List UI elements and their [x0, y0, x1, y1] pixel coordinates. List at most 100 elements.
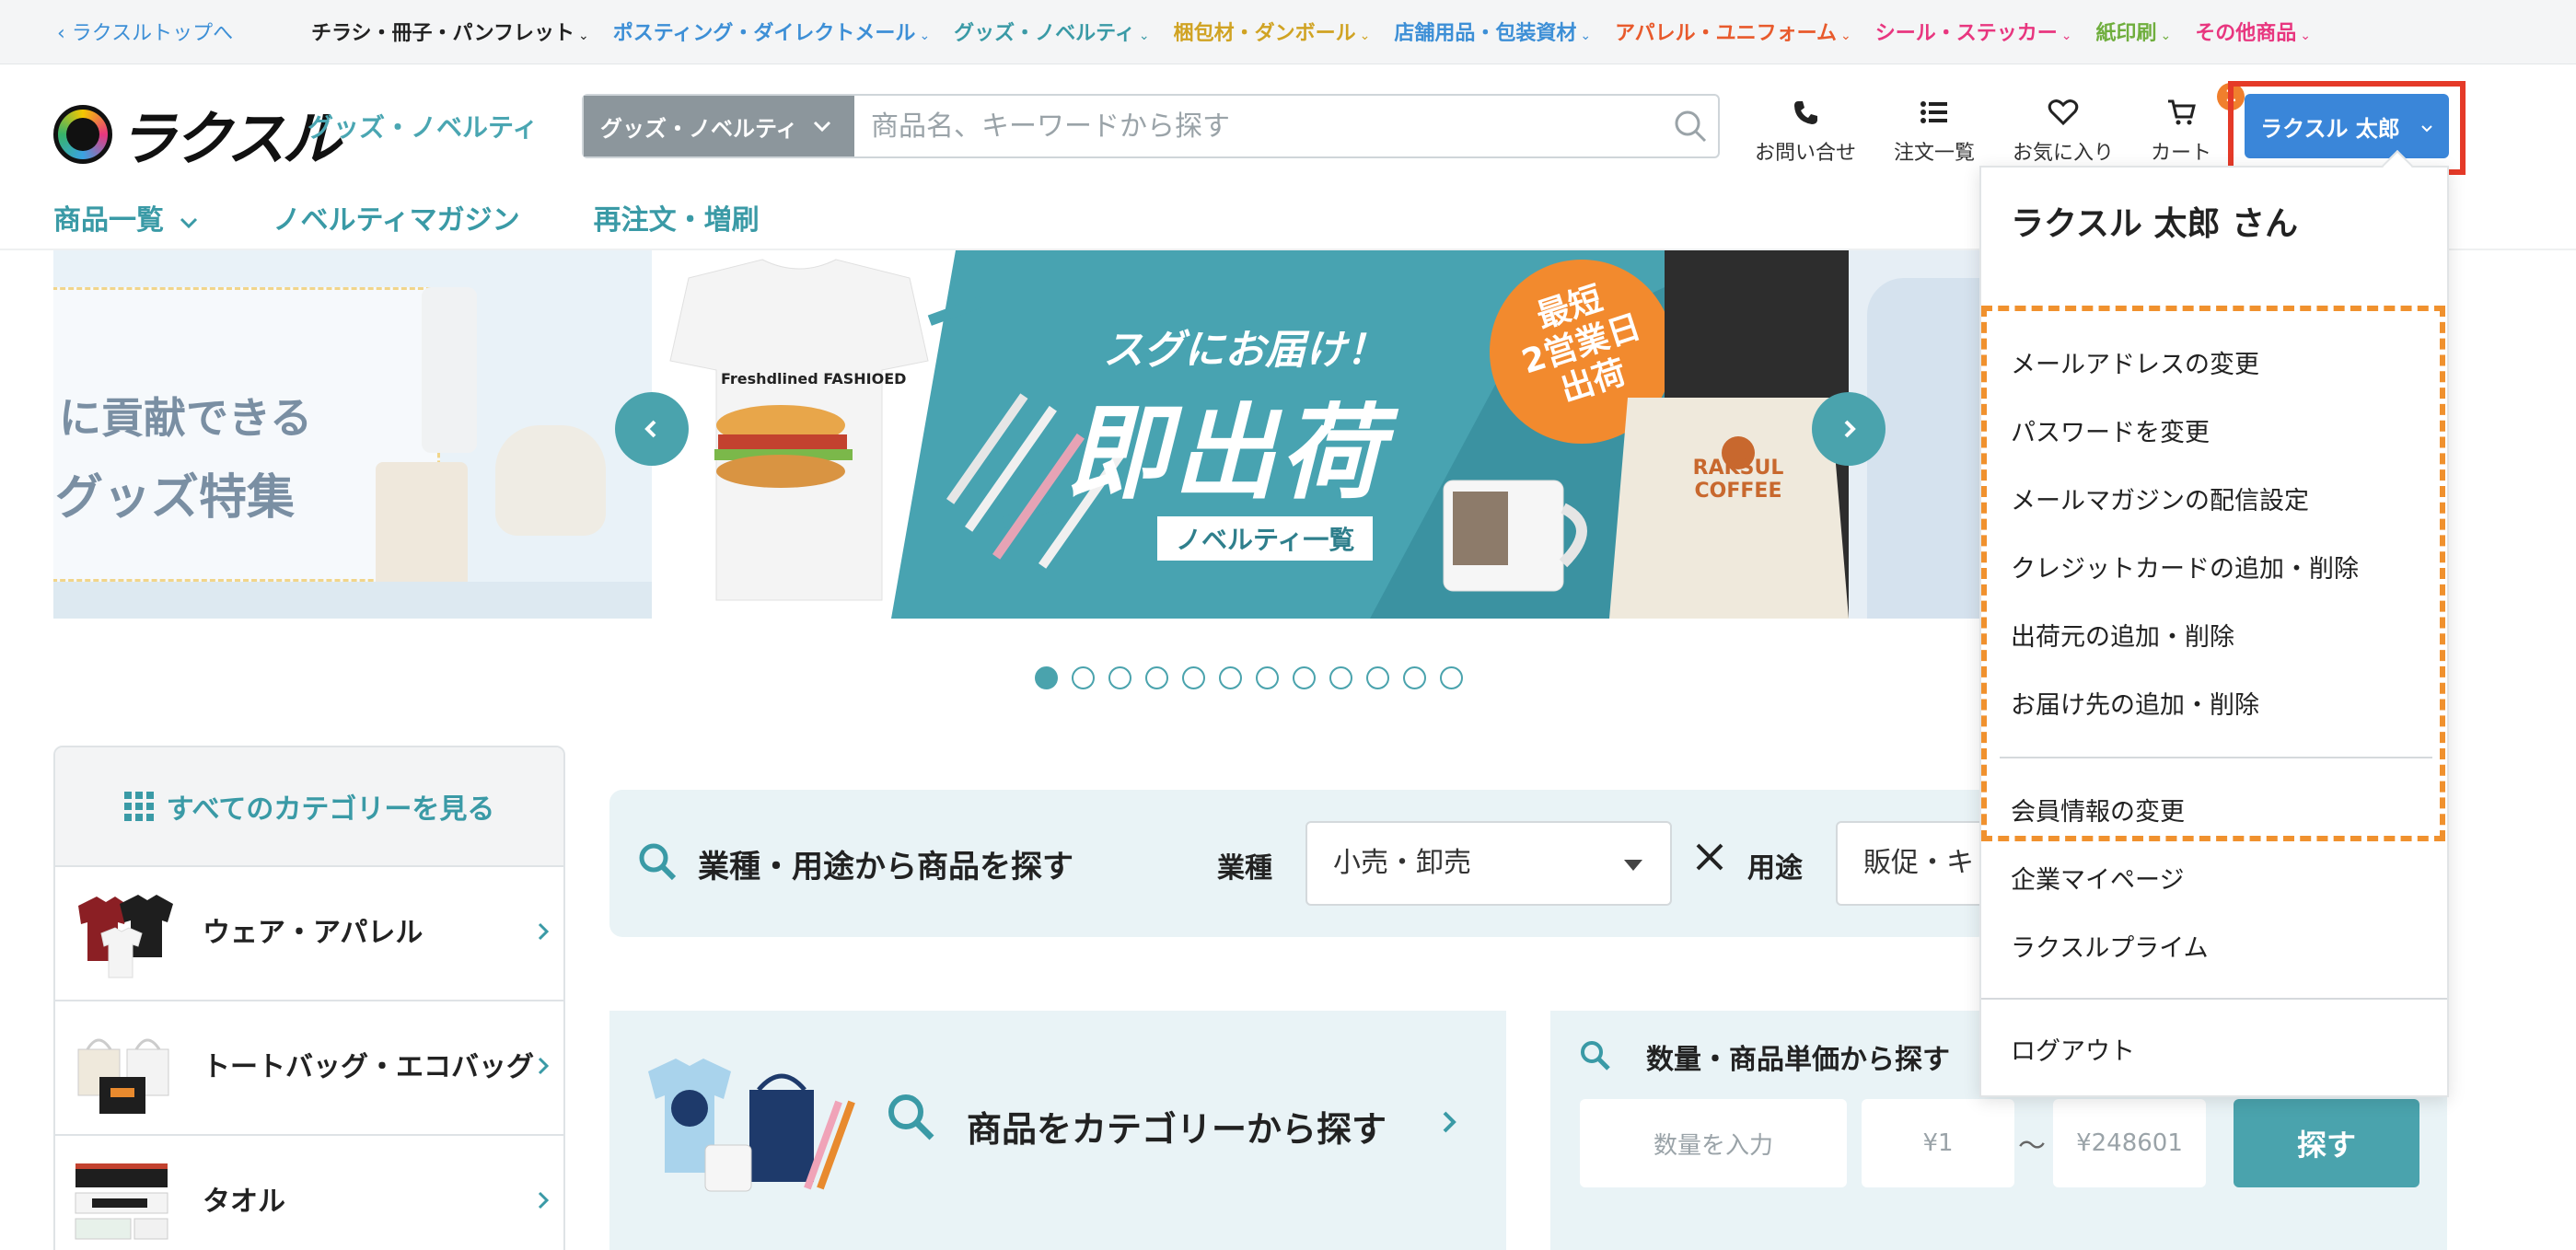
carousel-dot[interactable] — [1403, 666, 1426, 689]
carousel-slide-active[interactable]: Freshdlined FASHIOED スグにお届け！ 即出荷 ノベルティ一覧… — [652, 250, 1849, 619]
price-max-input[interactable]: ¥248601 — [2053, 1099, 2206, 1187]
chevron-left-icon — [644, 420, 656, 438]
quantity-input[interactable]: 数量を入力 — [1580, 1099, 1847, 1187]
industry-search-panel: 業種・用途から商品を探す 業種 小売・卸売 用途 販促・キ — [609, 790, 2020, 937]
all-categories-link[interactable]: すべてのカテゴリーを見る — [55, 747, 563, 867]
top-category-label: グッズ・ノベルティ — [954, 22, 1135, 45]
chevron-right-icon — [536, 920, 551, 946]
search-icon[interactable] — [1663, 96, 1718, 156]
slide-ground — [53, 582, 652, 619]
industry-select[interactable]: 小売・卸売 — [1305, 821, 1672, 906]
menu-item-company-page[interactable]: 企業マイページ — [2011, 860, 2184, 896]
carousel-dot[interactable] — [1108, 666, 1131, 689]
sidebar-item-towel[interactable]: タオル — [55, 1136, 563, 1250]
top-category-label: 梱包材・ダンボール — [1173, 22, 1356, 45]
favorites-label: お気に入り — [2012, 142, 2114, 165]
slide-prev-text-1: に貢献できる — [59, 393, 313, 443]
nav-item-reorder[interactable]: 再注文・増刷 — [594, 197, 760, 237]
carousel-dot[interactable] — [1366, 666, 1389, 689]
back-link-label: ラクスルトップへ — [71, 22, 234, 45]
menu-item-logout[interactable]: ログアウト — [2011, 1031, 2135, 1067]
site-section-label[interactable]: グッズ・ノベルティ — [307, 108, 538, 145]
category-sidebar: すべてのカテゴリーを見る ウェア・アパレル トートバッグ・エコバッグ タオル — [53, 746, 565, 1250]
carousel-dot[interactable] — [1035, 666, 1058, 689]
carousel-dot[interactable] — [1440, 666, 1463, 689]
user-menu-button[interactable]: ラクスル 太郎 — [2245, 94, 2449, 158]
top-category-label: シール・ステッカー — [1874, 22, 2058, 45]
carousel-prev-button[interactable] — [615, 392, 689, 466]
logo[interactable]: ラクスル — [53, 92, 341, 177]
carousel-dot[interactable] — [1256, 666, 1279, 689]
all-categories-label: すべてのカテゴリーを見る — [166, 793, 495, 826]
back-to-top-link[interactable]: ‹ ラクスルトップへ — [57, 17, 233, 46]
carousel-dot[interactable] — [1145, 666, 1168, 689]
carousel-next-button[interactable] — [1812, 392, 1886, 466]
purpose-select-value: 販促・キ — [1863, 847, 1974, 879]
price-min-input[interactable]: ¥1 — [1862, 1099, 2014, 1187]
nav-item-products[interactable]: 商品一覧 — [53, 197, 199, 237]
chevron-down-icon: ⌄ — [1359, 29, 1371, 43]
menu-item-prime[interactable]: ラクスルプライム — [2011, 928, 2209, 964]
search-bar: グッズ・ノベルティ — [582, 94, 1720, 158]
top-category-link[interactable]: 紙印刷 ⌄ — [2095, 17, 2171, 46]
top-category-link[interactable]: 店舗用品・包装資材 ⌄ — [1394, 17, 1591, 46]
top-category-link[interactable]: シール・ステッカー ⌄ — [1875, 17, 2072, 46]
chevron-down-icon — [2420, 113, 2433, 139]
carousel-dot[interactable] — [1219, 666, 1242, 689]
slide-prev-text-2: グッズ特集 — [55, 470, 296, 526]
menu-divider — [1981, 998, 2447, 1000]
sidebar-item-apparel[interactable]: ウェア・アパレル — [55, 867, 563, 1001]
favorites-button[interactable]: お気に入り — [2003, 96, 2123, 166]
search-icon — [637, 841, 678, 885]
chevron-down-icon — [813, 115, 831, 138]
nav-item-magazine[interactable]: ノベルティマガジン — [273, 197, 519, 237]
top-category-link[interactable]: その他商品 ⌄ — [2195, 17, 2311, 46]
carousel-slide-prev[interactable]: に貢献できる グッズ特集 — [53, 250, 652, 619]
chevron-down-icon: ⌄ — [919, 29, 931, 43]
search-category-value: グッズ・ノベルティ — [600, 115, 798, 142]
top-category-label: 店舗用品・包装資材 — [1394, 22, 1577, 45]
carousel-dot[interactable] — [1072, 666, 1095, 689]
industry-label: 業種 — [1217, 852, 1272, 885]
top-category-label: アパレル・ユニフォーム — [1615, 22, 1837, 45]
menu-highlight-box — [1981, 306, 2445, 841]
search-category-select[interactable]: グッズ・ノベルティ — [584, 96, 854, 156]
slide-novelty-link[interactable]: ノベルティ一覧 — [1155, 514, 1376, 563]
top-category-label: ポスティング・ダイレクトメール — [612, 22, 916, 45]
category-search-card[interactable]: 商品をカテゴリーから探す — [609, 1011, 1506, 1250]
top-category-link[interactable]: アパレル・ユニフォーム ⌄ — [1615, 17, 1851, 46]
top-category-bar: ‹ ラクスルトップへ チラシ・冊子・パンフレット ⌄ ポスティング・ダイレクトメール… — [0, 0, 2576, 64]
top-category-label: その他商品 — [2195, 22, 2297, 45]
carousel-dot[interactable] — [1182, 666, 1205, 689]
chevron-right-icon — [1844, 420, 1856, 438]
carousel-dot[interactable] — [1329, 666, 1352, 689]
cart-label: カート — [2150, 142, 2211, 165]
carousel-dot[interactable] — [1293, 666, 1316, 689]
top-category-label: 紙印刷 — [2095, 22, 2157, 45]
chevron-down-icon: ⌄ — [2160, 29, 2172, 43]
sidebar-item-label: トートバッグ・エコバッグ — [203, 1051, 534, 1083]
user-menu-name: ラクスル 太郎 さん — [2011, 205, 2298, 243]
chevron-down-icon: ⌄ — [578, 29, 589, 43]
top-category-link[interactable]: ポスティング・ダイレクトメール ⌄ — [613, 17, 930, 46]
qty-search-title: 数量・商品単価から探す — [1646, 1044, 1950, 1076]
sidebar-item-totebag[interactable]: トートバッグ・エコバッグ — [55, 1001, 563, 1136]
contact-button[interactable]: お問い合せ — [1746, 96, 1865, 166]
industry-select-value: 小売・卸売 — [1333, 847, 1471, 879]
cart-button[interactable]: カート — [2141, 96, 2221, 166]
caret-down-icon — [1624, 860, 1642, 871]
bag-text-2: COFFEE — [1694, 480, 1782, 503]
search-icon — [1578, 1038, 1611, 1075]
price-max-value: ¥248601 — [2076, 1129, 2183, 1157]
top-category-link[interactable]: チラシ・冊子・パンフレット ⌄ — [311, 17, 589, 46]
top-category-link[interactable]: グッズ・ノベルティ ⌄ — [954, 17, 1149, 46]
order-list-button[interactable]: 注文一覧 — [1884, 96, 1985, 166]
nav-products-label: 商品一覧 — [53, 204, 164, 237]
user-button-label: ラクスル 太郎 — [2260, 115, 2400, 142]
search-input[interactable] — [854, 96, 1663, 156]
search-button[interactable]: 探す — [2234, 1099, 2419, 1187]
top-category-link[interactable]: 梱包材・ダンボール ⌄ — [1174, 17, 1371, 46]
tumbler-image — [376, 462, 468, 591]
main-nav: 商品一覧 ノベルティマガジン 再注文・増刷 — [53, 197, 833, 237]
cart-icon — [2141, 96, 2221, 129]
